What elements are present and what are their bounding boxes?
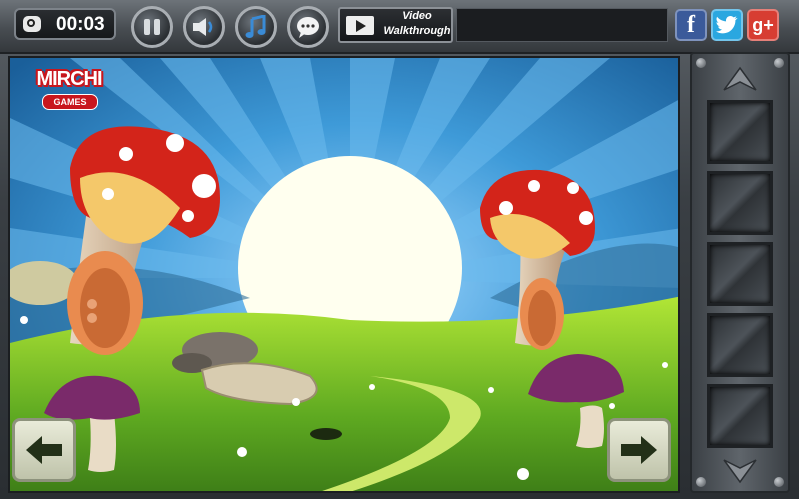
arrow-left-icon <box>26 436 62 464</box>
inventory-slot-1[interactable] <box>707 100 773 164</box>
inventory-slot-4[interactable] <box>707 313 773 377</box>
logo-sub-text: GAMES <box>42 94 98 110</box>
mirchi-games-logo: MIRCHI GAMES <box>28 66 110 112</box>
inventory-slot-5[interactable] <box>707 384 773 448</box>
back-arrow-button[interactable] <box>12 418 76 482</box>
speaker-icon <box>193 18 213 36</box>
chevron-up-icon <box>723 66 757 91</box>
rivet <box>774 477 784 487</box>
inventory-slot-2[interactable] <box>707 171 773 235</box>
rivet <box>696 477 706 487</box>
walkthrough-label: Walkthrough <box>383 25 451 37</box>
pause-icon <box>144 19 160 35</box>
twitter-bird-icon <box>716 16 738 34</box>
inventory-slot-3[interactable] <box>707 242 773 306</box>
game-scene: MIRCHI GAMES <box>8 56 680 493</box>
pause-button[interactable] <box>131 6 173 48</box>
arrow-right-icon <box>621 436 657 464</box>
google-plus-icon: g+ <box>752 14 774 35</box>
video-label: Video <box>402 10 432 22</box>
google-plus-button[interactable]: g+ <box>747 9 779 41</box>
chevron-down-icon <box>723 459 757 484</box>
forward-arrow-button[interactable] <box>607 418 671 482</box>
clock-icon <box>23 16 41 32</box>
inventory-panel <box>690 52 790 493</box>
timer-display: 00:03 <box>14 8 116 40</box>
rivet <box>696 58 706 68</box>
scene-background <box>10 58 678 491</box>
inventory-down-button[interactable] <box>716 454 764 488</box>
music-button[interactable] <box>235 6 277 48</box>
hint-button[interactable] <box>287 6 329 48</box>
game-frame: 00:03 Video Walkthrough f g+ MIRCHI GAME… <box>0 0 799 499</box>
twitter-button[interactable] <box>711 9 743 41</box>
message-panel <box>456 8 668 42</box>
video-walkthrough-button[interactable]: Video Walkthrough <box>338 7 453 43</box>
sound-button[interactable] <box>183 6 225 48</box>
facebook-icon: f <box>687 11 695 38</box>
top-toolbar: 00:03 Video Walkthrough f g+ <box>0 0 799 54</box>
logo-brand-text: MIRCHI <box>36 68 102 90</box>
facebook-button[interactable]: f <box>675 9 707 41</box>
speech-bubble-icon <box>297 17 319 38</box>
timer-value: 00:03 <box>56 14 105 35</box>
rivet <box>774 58 784 68</box>
inventory-up-button[interactable] <box>716 62 764 96</box>
music-note-icon <box>245 15 266 38</box>
film-icon <box>346 16 374 35</box>
